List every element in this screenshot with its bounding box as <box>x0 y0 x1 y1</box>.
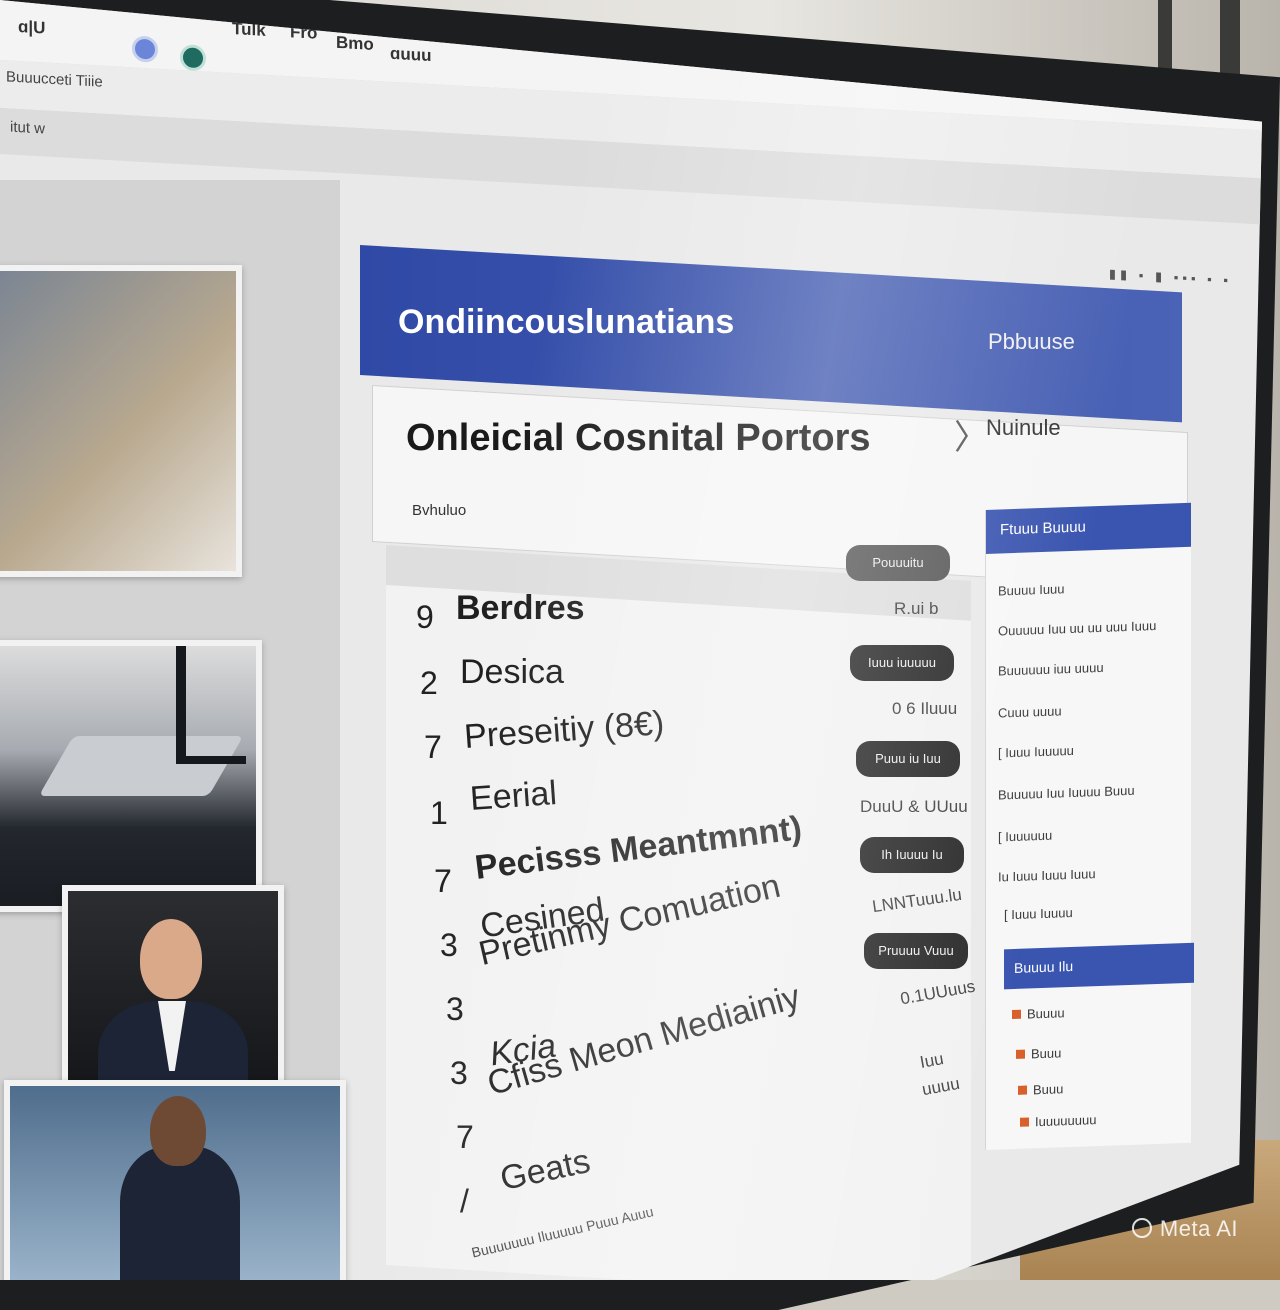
sidebar-header: Ftuuu Buuuu <box>986 502 1191 554</box>
row-label[interactable]: Eerial <box>469 774 558 819</box>
row-number: 7 <box>456 1119 474 1155</box>
sidebar-title: Ftuuu Buuuu <box>1000 518 1086 539</box>
address-text: Buuucceti Tiiie <box>6 68 103 91</box>
person-head <box>140 919 202 999</box>
right-sidebar: Ftuuu Buuuu Buuuu Iuuu Ouuuuu Iuu uu uu … <box>985 502 1194 1150</box>
row-number: 3 <box>450 1055 468 1091</box>
row-action-button[interactable]: Pruuuu Vuuu <box>864 933 968 969</box>
person-head <box>150 1096 206 1166</box>
square-icon <box>1012 1009 1021 1020</box>
watermark-text: Meta AI <box>1159 1216 1238 1241</box>
monitor-image <box>176 646 246 764</box>
row-number: / <box>460 1183 469 1219</box>
row-action-button[interactable]: Ih Iuuuu Iu <box>860 837 964 873</box>
sidebar-item[interactable]: [ Iuuu Iuuuu <box>1004 905 1073 922</box>
sidebar-item[interactable]: Buuuuu Iuu Iuuuu Buuu <box>998 783 1135 803</box>
row-number: 1 <box>430 795 448 831</box>
sidebar-subheading: Buuuu Ilu <box>1014 957 1074 976</box>
row-meta: DuuU & UUuu <box>860 797 968 816</box>
row-number: 7 <box>424 729 442 765</box>
sidebar-subitem-label: Iuuuuuuuu <box>1035 1112 1097 1130</box>
sidebar-subitem[interactable]: Iuuuuuuuu <box>1020 1112 1096 1130</box>
person-suit <box>120 1146 240 1280</box>
card-link[interactable]: Nuinule <box>986 415 1061 441</box>
square-icon <box>1016 1049 1025 1059</box>
row-number: 3 <box>440 927 458 963</box>
sidebar-subheader: Buuuu Ilu <box>1004 942 1194 990</box>
row-action-button[interactable]: Iuuu iuuuuu <box>850 645 954 681</box>
sidebar-item[interactable]: Ouuuuu Iuu uu uu uuu Iuuu <box>998 618 1156 639</box>
card-subtitle: Bvhuluo <box>412 502 467 519</box>
row-number: 2 <box>420 665 438 701</box>
row-number: 3 <box>446 991 464 1027</box>
row-meta: 0 6 Iluuu <box>892 699 958 718</box>
row-number: 7 <box>434 863 452 899</box>
sidebar-item[interactable]: Cuuu uuuu <box>998 703 1062 720</box>
header-action-link[interactable]: Pbbuuse <box>988 329 1075 355</box>
profile-icon[interactable] <box>132 35 158 63</box>
row-number: 9 <box>416 599 434 635</box>
chevron-right-icon[interactable]: 〉 <box>954 410 988 459</box>
sidebar-subitem-label: Buuu <box>1033 1081 1064 1098</box>
sidebar-subitem[interactable]: Buuu <box>1016 1045 1061 1062</box>
sidebar-subitem[interactable]: Buuu <box>1018 1081 1063 1098</box>
list-header-button[interactable]: Pouuuitu <box>846 545 950 581</box>
sidebar-subitem-label: Buuu <box>1031 1045 1062 1062</box>
sidebar-subitem[interactable]: Buuuu <box>1012 1005 1065 1022</box>
sidebar-subitem-label: Buuuu <box>1027 1005 1065 1022</box>
bookmarks-text[interactable]: itut w <box>10 119 45 138</box>
row-label[interactable]: Desica <box>460 653 564 692</box>
watermark: Meta AI <box>1131 1216 1238 1242</box>
square-icon <box>1018 1085 1027 1095</box>
sidebar-item[interactable]: Buuuu Iuuu <box>998 581 1065 598</box>
computer-desk-photo <box>0 640 262 912</box>
sidebar-item[interactable]: Buuuuuu iuu uuuu <box>998 660 1104 679</box>
menu-item-view[interactable]: ɑuuu <box>390 44 432 66</box>
menu-item-edit[interactable]: Bmo <box>336 33 374 55</box>
portrait-photo-2 <box>4 1080 346 1280</box>
list-header-meta: R.ui b <box>894 599 939 618</box>
office-photo <box>0 265 242 577</box>
row-action-button[interactable]: Puuu iu Iuu <box>856 741 960 777</box>
page-title: Ondiincouslunatians <box>398 303 735 341</box>
meta-ai-logo-icon <box>1131 1218 1152 1238</box>
sidebar-item[interactable]: Iu Iuuu Iuuu Iuuu <box>998 866 1096 884</box>
menu-item-app[interactable]: ɑ|U <box>18 17 45 39</box>
row-label[interactable]: Berdres <box>456 589 585 628</box>
square-icon <box>1020 1117 1029 1127</box>
section-title: Onleicial Cosnital Portors <box>406 417 871 459</box>
sidebar-item[interactable]: [ Iuuuuuu <box>998 828 1052 845</box>
monitor-screen: ɑ|U Tulk Fro Bmo ɑuuu Buuucceti Tiiie ▮ … <box>0 0 1262 1280</box>
row-meta: Iuu <box>918 1049 946 1072</box>
sidebar-item[interactable]: [ Iuuu Iuuuuu <box>998 743 1074 761</box>
extension-icon[interactable] <box>180 44 206 72</box>
